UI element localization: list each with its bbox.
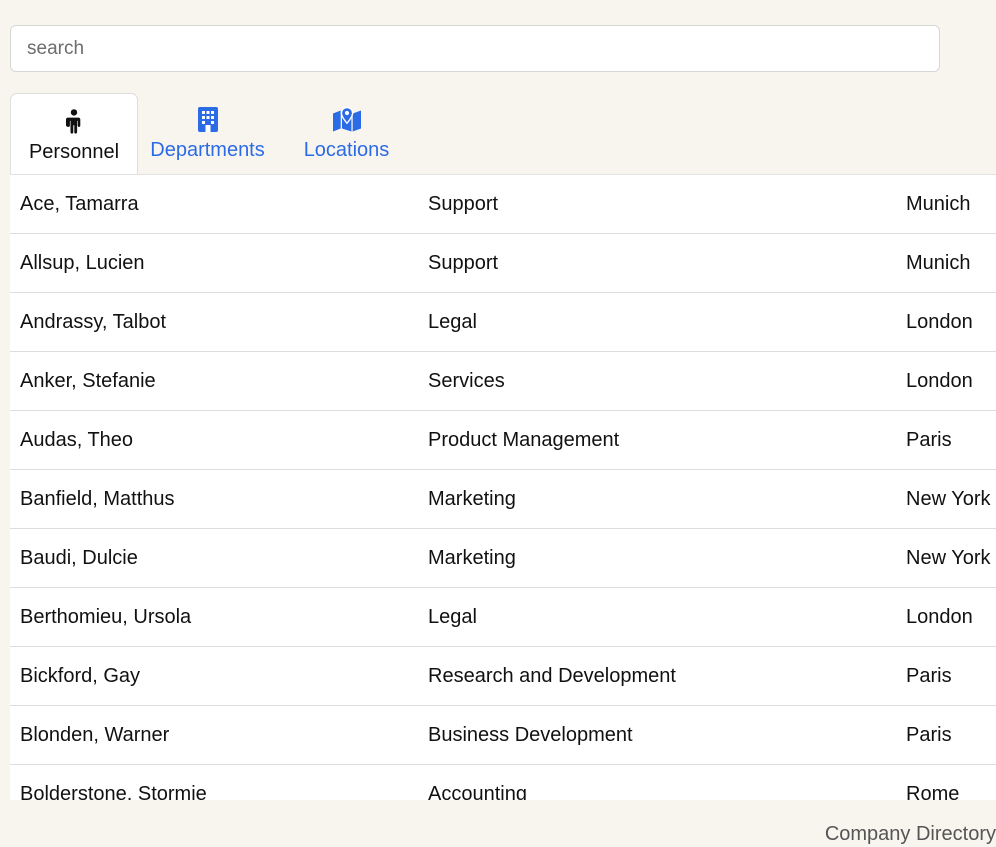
employee-location: Munich	[906, 192, 971, 215]
tab-personnel-label: Personnel	[28, 141, 120, 163]
search-input[interactable]	[10, 25, 940, 72]
employee-department: Services	[428, 369, 505, 392]
tab-personnel[interactable]: Personnel	[10, 93, 138, 175]
employee-name: Bickford, Gay	[20, 664, 141, 687]
employee-name: Blonden, Warner	[20, 723, 170, 746]
table-row[interactable]: Anker, Stefanie Services London	[10, 352, 996, 411]
employee-department: Support	[428, 251, 499, 274]
employee-name: Bolderstone, Stormie	[20, 782, 207, 801]
employee-location: Rome	[906, 782, 960, 801]
table-row[interactable]: Blonden, Warner Business Development Par…	[10, 706, 996, 765]
employee-department: Business Development	[428, 723, 633, 746]
tab-locations[interactable]: Locations	[277, 92, 416, 174]
employee-name: Andrassy, Talbot	[20, 310, 167, 333]
employee-location: London	[906, 605, 973, 628]
table-row[interactable]: Andrassy, Talbot Legal London	[10, 293, 996, 352]
table-row[interactable]: Baudi, Dulcie Marketing New York	[10, 529, 996, 588]
tab-departments-label: Departments	[150, 139, 265, 161]
search-container	[10, 25, 940, 72]
building-icon	[192, 103, 224, 135]
employee-name: Audas, Theo	[20, 428, 134, 451]
employee-department: Marketing	[428, 487, 516, 510]
employee-department: Support	[428, 192, 499, 215]
footer-title: Company Directory	[824, 823, 996, 845]
employee-location: Paris	[906, 428, 952, 451]
directory-tabs: Personnel Departments Locations	[10, 92, 416, 175]
employee-department: Accounting	[428, 782, 527, 801]
company-directory-app: Personnel Departments	[0, 0, 996, 847]
employee-location: Munich	[906, 251, 971, 274]
table-row[interactable]: Banfield, Matthus Marketing New York	[10, 470, 996, 529]
table-row[interactable]: Allsup, Lucien Support Munich	[10, 234, 996, 293]
person-icon	[58, 105, 90, 137]
employee-location: New York	[906, 546, 991, 569]
employee-department: Legal	[428, 310, 477, 333]
table-row[interactable]: Berthomieu, Ursola Legal London	[10, 588, 996, 647]
employee-location: London	[906, 369, 973, 392]
employee-name: Anker, Stefanie	[20, 369, 156, 392]
employee-location: Paris	[906, 723, 952, 746]
employee-name: Baudi, Dulcie	[20, 546, 138, 569]
employee-department: Research and Development	[428, 664, 676, 687]
table-row[interactable]: Ace, Tamarra Support Munich	[10, 175, 996, 234]
employee-location: Paris	[906, 664, 952, 687]
employee-department: Product Management	[428, 428, 620, 451]
employee-location: New York	[906, 487, 991, 510]
employee-name: Berthomieu, Ursola	[20, 605, 192, 628]
table-row[interactable]: Audas, Theo Product Management Paris	[10, 411, 996, 470]
employee-department: Legal	[428, 605, 477, 628]
employee-name: Ace, Tamarra	[20, 192, 139, 215]
employee-name: Allsup, Lucien	[20, 251, 145, 274]
tab-departments[interactable]: Departments	[138, 92, 277, 174]
employee-department: Marketing	[428, 546, 516, 569]
table-row[interactable]: Bolderstone, Stormie Accounting Rome	[10, 765, 996, 801]
map-location-icon	[331, 103, 363, 135]
personnel-table: Ace, Tamarra Support Munich Allsup, Luci…	[10, 174, 996, 800]
employee-name: Banfield, Matthus	[20, 487, 175, 510]
table-row[interactable]: Bickford, Gay Research and Development P…	[10, 647, 996, 706]
employee-location: London	[906, 310, 973, 333]
tab-locations-label: Locations	[303, 139, 390, 161]
